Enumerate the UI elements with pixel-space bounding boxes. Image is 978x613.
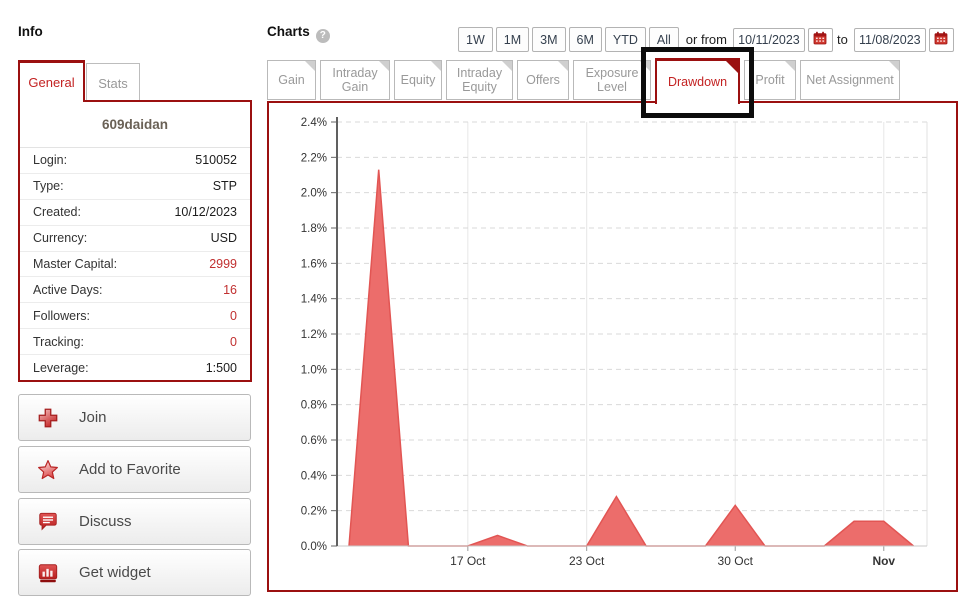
row-value: 510052 (195, 153, 237, 167)
range-3m-button[interactable]: 3M (532, 27, 565, 52)
tab-profit[interactable]: Profit (744, 60, 796, 100)
tab-net-assignment[interactable]: Net Assignment (800, 60, 900, 100)
tab-intraday-gain[interactable]: Intraday Gain (320, 60, 390, 100)
row-value: STP (213, 179, 237, 193)
tab-gain[interactable]: Gain (267, 60, 316, 100)
range-all-button[interactable]: All (649, 27, 679, 52)
date-range-bar: 1W 1M 3M 6M YTD All or from to (458, 27, 954, 52)
row-label: Followers: (33, 309, 90, 323)
svg-text:17 Oct: 17 Oct (450, 554, 486, 568)
table-row: Login: 510052 (20, 148, 250, 174)
tab-intraday-equity[interactable]: Intraday Equity (446, 60, 513, 100)
svg-text:0.6%: 0.6% (301, 435, 327, 447)
account-name: 609daidan (20, 102, 250, 148)
row-label: Master Capital: (33, 257, 117, 271)
charts-title-text: Charts (267, 24, 310, 39)
svg-text:23 Oct: 23 Oct (569, 554, 605, 568)
svg-text:0.4%: 0.4% (301, 470, 327, 482)
row-label: Leverage: (33, 361, 89, 375)
svg-text:1.4%: 1.4% (301, 294, 327, 306)
account-info-panel: 609daidan Login: 510052 Type: STP Create… (18, 100, 252, 382)
calendar-icon (813, 31, 827, 48)
get-widget-label: Get widget (79, 564, 151, 581)
help-icon[interactable]: ? (316, 29, 330, 43)
info-tabs: General Stats (18, 60, 140, 102)
row-label: Tracking: (33, 335, 84, 349)
range-1w-button[interactable]: 1W (458, 27, 493, 52)
to-label: to (837, 32, 848, 47)
join-button[interactable]: Join (18, 394, 251, 441)
charts-section-title: Charts? (267, 24, 330, 43)
table-row: Type: STP (20, 174, 250, 200)
row-label: Login: (33, 153, 67, 167)
discuss-button-label: Discuss (79, 513, 132, 530)
add-to-favorite-button[interactable]: Add to Favorite (18, 446, 251, 493)
drawdown-chart: 17 Oct 23 Oct 30 Oct Nov 0.0% 0.2% 0.4% 0.6% 0.8… (269, 103, 956, 590)
range-1m-button[interactable]: 1M (496, 27, 529, 52)
to-calendar-button[interactable] (929, 28, 954, 52)
table-row: Created: 10/12/2023 (20, 200, 250, 226)
chart-tabs: Gain Intraday Gain Equity Intraday Equit… (267, 60, 904, 104)
join-button-label: Join (79, 409, 107, 426)
get-widget-button[interactable]: Get widget (18, 549, 251, 596)
table-row: Active Days: 16 (20, 277, 250, 303)
row-value: 1:500 (206, 361, 237, 375)
add-to-favorite-label: Add to Favorite (79, 461, 181, 478)
svg-text:30 Oct: 30 Oct (718, 554, 754, 568)
table-row: Leverage: 1:500 (20, 355, 250, 380)
tab-equity[interactable]: Equity (394, 60, 442, 100)
table-row: Followers: 0 (20, 303, 250, 329)
svg-text:Nov: Nov (872, 554, 895, 568)
svg-text:0.8%: 0.8% (301, 400, 327, 412)
range-ytd-button[interactable]: YTD (605, 27, 646, 52)
discuss-button[interactable]: Discuss (18, 498, 251, 545)
calendar-icon (934, 31, 948, 48)
from-date-input[interactable] (733, 28, 805, 52)
svg-text:1.6%: 1.6% (301, 258, 327, 270)
plus-icon (37, 407, 59, 429)
svg-text:2.2%: 2.2% (301, 152, 327, 164)
row-value: 0 (230, 309, 237, 323)
tab-general[interactable]: General (18, 60, 85, 102)
drawdown-chart-panel: 17 Oct 23 Oct 30 Oct Nov 0.0% 0.2% 0.4% 0.6% 0.8… (267, 101, 958, 592)
row-label: Active Days: (33, 283, 102, 297)
row-value: 0 (230, 335, 237, 349)
svg-text:1.0%: 1.0% (301, 364, 327, 376)
svg-text:1.8%: 1.8% (301, 223, 327, 235)
to-date-input[interactable] (854, 28, 926, 52)
account-info-rows: Login: 510052 Type: STP Created: 10/12/2… (20, 148, 250, 380)
row-value: USD (211, 231, 237, 245)
svg-text:0.2%: 0.2% (301, 506, 327, 518)
from-calendar-button[interactable] (808, 28, 833, 52)
star-icon (37, 459, 59, 481)
widget-icon (37, 562, 59, 584)
discuss-icon (37, 511, 59, 533)
table-row: Tracking: 0 (20, 329, 250, 355)
tab-stats[interactable]: Stats (86, 63, 140, 102)
info-section-title: Info (18, 24, 43, 39)
svg-text:0.0%: 0.0% (301, 541, 327, 553)
tab-exposure-level[interactable]: Exposure Level (573, 60, 651, 100)
table-row: Currency: USD (20, 226, 250, 252)
row-value: 10/12/2023 (174, 205, 237, 219)
svg-text:2.0%: 2.0% (301, 188, 327, 200)
row-label: Currency: (33, 231, 87, 245)
row-label: Created: (33, 205, 81, 219)
or-from-label: or from (686, 32, 727, 47)
table-row: Master Capital: 2999 (20, 252, 250, 278)
range-6m-button[interactable]: 6M (569, 27, 602, 52)
row-label: Type: (33, 179, 64, 193)
tab-offers[interactable]: Offers (517, 60, 569, 100)
tab-drawdown[interactable]: Drawdown (655, 58, 740, 104)
svg-text:2.4%: 2.4% (301, 117, 327, 129)
row-value: 2999 (209, 257, 237, 271)
svg-text:1.2%: 1.2% (301, 329, 327, 341)
row-value: 16 (223, 283, 237, 297)
